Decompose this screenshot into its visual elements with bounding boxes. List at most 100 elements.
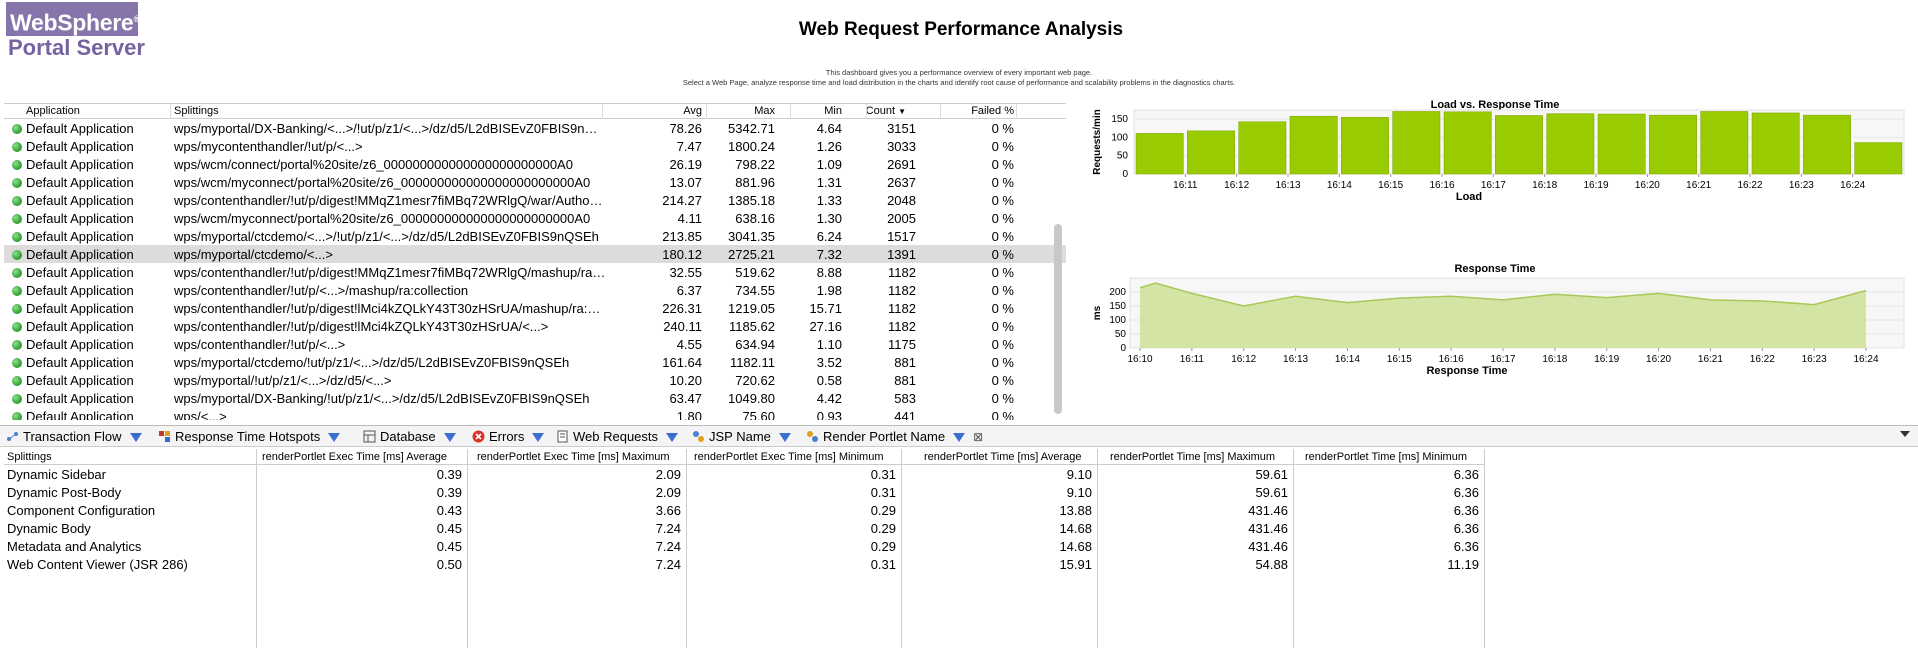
bar bbox=[1649, 114, 1697, 175]
table-row[interactable]: Dynamic Sidebar 0.39 2.09 0.31 9.10 59.61 6.36 bbox=[4, 465, 1484, 483]
filter-icon[interactable] bbox=[443, 433, 456, 442]
tab-database[interactable]: Database bbox=[363, 429, 456, 444]
table-row[interactable]: Default Application wps/<...> 1.80 75.60 0.9… bbox=[4, 407, 1066, 420]
table-row[interactable]: Dynamic Body 0.45 7.24 0.29 14.68 431.46 6.36 bbox=[4, 519, 1484, 537]
cell-failed: 0 % bbox=[991, 193, 1014, 208]
table-row[interactable]: Default Application wps/myportal/ctcdemo/… bbox=[4, 227, 1066, 245]
cell-time-max: 431.46 bbox=[1248, 521, 1288, 536]
column-header-exec-avg[interactable]: renderPortlet Exec Time [ms] Average bbox=[262, 451, 447, 463]
column-header-splittings[interactable]: Splittings bbox=[174, 105, 219, 117]
y-tick-label: 150 bbox=[1109, 301, 1126, 312]
tab-web-requests[interactable]: Web Requests bbox=[556, 429, 679, 444]
filter-icon[interactable] bbox=[532, 433, 545, 442]
tab-errors[interactable]: Errors bbox=[472, 429, 545, 444]
filter-icon[interactable] bbox=[778, 433, 791, 442]
cell-splitting: wps/myportal/!ut/p/z1/<...>/dz/d5/<...> bbox=[174, 373, 392, 388]
bar bbox=[1597, 113, 1646, 175]
tab-jsp-name[interactable]: JSP Name bbox=[692, 429, 791, 444]
filter-icon[interactable] bbox=[129, 433, 142, 442]
cell-failed: 0 % bbox=[991, 175, 1014, 190]
table-row[interactable]: Dynamic Post-Body 0.39 2.09 0.31 9.10 59.61 6.… bbox=[4, 483, 1484, 501]
column-header-avg[interactable]: Avg bbox=[683, 105, 702, 117]
table-row[interactable]: Metadata and Analytics 0.45 7.24 0.29 14.68 4… bbox=[4, 537, 1484, 555]
table-row[interactable]: Default Application wps/contenthandler/!u… bbox=[4, 263, 1066, 281]
cell-max: 3041.35 bbox=[728, 229, 775, 244]
tab-label: Errors bbox=[489, 429, 525, 444]
column-header-exec-max[interactable]: renderPortlet Exec Time [ms] Maximum bbox=[477, 451, 670, 463]
table-row[interactable]: Web Content Viewer (JSR 286) 0.50 7.24 0.31… bbox=[4, 555, 1484, 573]
column-header-splittings[interactable]: Splittings bbox=[7, 451, 52, 463]
table-row[interactable]: Default Application wps/myportal/!ut/p/z1… bbox=[4, 371, 1066, 389]
cell-exec-avg: 0.45 bbox=[436, 539, 462, 554]
filter-icon[interactable] bbox=[328, 433, 341, 442]
tab-transaction-flow[interactable]: Transaction Flow bbox=[6, 429, 142, 444]
cell-failed: 0 % bbox=[991, 229, 1014, 244]
status-ok-icon bbox=[12, 232, 22, 242]
cell-failed: 0 % bbox=[991, 283, 1014, 298]
column-header-max[interactable]: Max bbox=[754, 105, 775, 117]
cell-count: 2048 bbox=[887, 193, 916, 208]
column-header-time-min[interactable]: renderPortlet Time [ms] Minimum bbox=[1305, 451, 1467, 463]
table-header: Application Splittings Avg Max Min Count… bbox=[4, 104, 1066, 119]
table-row[interactable]: Default Application wps/myportal/DX-Banki… bbox=[4, 389, 1066, 407]
table-row[interactable]: Component Configuration 0.43 3.66 0.29 13.88… bbox=[4, 501, 1484, 519]
status-ok-icon bbox=[12, 286, 22, 296]
tab-label: Transaction Flow bbox=[23, 429, 122, 444]
web-requests-table[interactable]: Application Splittings Avg Max Min Count… bbox=[4, 103, 1066, 420]
cell-min: 1.31 bbox=[816, 175, 842, 190]
table-row[interactable]: Default Application wps/contenthandler/!u… bbox=[4, 281, 1066, 299]
x-tick-label: 16:21 bbox=[1698, 354, 1723, 365]
cell-failed: 0 % bbox=[991, 139, 1014, 154]
table-row[interactable]: Default Application wps/contenthandler/!u… bbox=[4, 317, 1066, 335]
cell-avg: 4.11 bbox=[677, 211, 702, 226]
cell-application: Default Application bbox=[26, 193, 134, 208]
column-header-min[interactable]: Min bbox=[824, 105, 842, 117]
tab-render-portlet-name[interactable]: Render Portlet Name ⊠ bbox=[806, 429, 983, 444]
close-icon[interactable]: ⊠ bbox=[973, 430, 983, 444]
render-portlet-table[interactable]: Splittings renderPortlet Exec Time [ms] … bbox=[4, 449, 1485, 648]
table-row[interactable]: Default Application wps/wcm/myconnect/por… bbox=[4, 173, 1066, 191]
x-tick-label: 16:16 bbox=[1439, 354, 1464, 365]
table-row[interactable]: Default Application wps/wcm/myconnect/por… bbox=[4, 209, 1066, 227]
column-header-time-max[interactable]: renderPortlet Time [ms] Maximum bbox=[1110, 451, 1275, 463]
x-tick-label: 16:20 bbox=[1635, 180, 1660, 191]
cell-failed: 0 % bbox=[991, 409, 1014, 420]
table-row[interactable]: Default Application wps/contenthandler/!u… bbox=[4, 299, 1066, 317]
cell-application: Default Application bbox=[26, 265, 134, 280]
table-row[interactable]: Default Application wps/mycontenthandler/… bbox=[4, 137, 1066, 155]
tab-response-time-hotspots[interactable]: Response Time Hotspots bbox=[158, 429, 341, 444]
cell-min: 0.93 bbox=[816, 409, 842, 420]
x-tick-label: 16:12 bbox=[1224, 180, 1249, 191]
table-row[interactable]: Default Application wps/contenthandler/!u… bbox=[4, 335, 1066, 353]
x-tick-label: 16:22 bbox=[1750, 354, 1775, 365]
description-line-1: This dashboard gives you a performance o… bbox=[825, 68, 1093, 77]
table-row[interactable]: Default Application wps/myportal/ctcdemo/… bbox=[4, 353, 1066, 371]
column-header-time-avg[interactable]: renderPortlet Time [ms] Average bbox=[924, 451, 1082, 463]
x-tick-label: 16:17 bbox=[1490, 354, 1515, 365]
database-icon bbox=[363, 430, 376, 443]
bar bbox=[1135, 133, 1184, 175]
cell-exec-avg: 0.50 bbox=[436, 557, 462, 572]
vertical-scrollbar[interactable] bbox=[1054, 224, 1062, 414]
table-row[interactable]: Default Application wps/contenthandler/!u… bbox=[4, 191, 1066, 209]
cell-avg: 7.47 bbox=[676, 139, 702, 154]
column-header-failed[interactable]: Failed % bbox=[971, 105, 1014, 117]
page-title: Web Request Performance Analysis bbox=[798, 19, 1124, 40]
column-header-application[interactable]: Application bbox=[26, 105, 80, 117]
filter-icon[interactable] bbox=[953, 433, 966, 442]
cell-count: 1182 bbox=[888, 319, 916, 334]
cell-time-avg: 13.88 bbox=[1059, 503, 1092, 518]
error-icon bbox=[472, 430, 485, 443]
column-header-exec-min[interactable]: renderPortlet Exec Time [ms] Minimum bbox=[694, 451, 884, 463]
column-header-count[interactable]: Count ▼ bbox=[866, 105, 906, 117]
filter-icon[interactable] bbox=[666, 433, 679, 442]
cell-application: Default Application bbox=[26, 337, 134, 352]
cell-max: 798.22 bbox=[735, 157, 775, 172]
cell-min: 7.32 bbox=[816, 247, 842, 262]
cell-failed: 0 % bbox=[991, 373, 1014, 388]
cell-splitting: Dynamic Sidebar bbox=[7, 467, 106, 482]
table-row[interactable]: Default Application wps/wcm/connect/porta… bbox=[4, 155, 1066, 173]
table-row[interactable]: Default Application wps/myportal/DX-Banki… bbox=[4, 119, 1066, 137]
view-menu-icon[interactable] bbox=[1900, 431, 1910, 437]
table-row[interactable]: Default Application wps/myportal/ctcdemo/… bbox=[4, 245, 1066, 263]
